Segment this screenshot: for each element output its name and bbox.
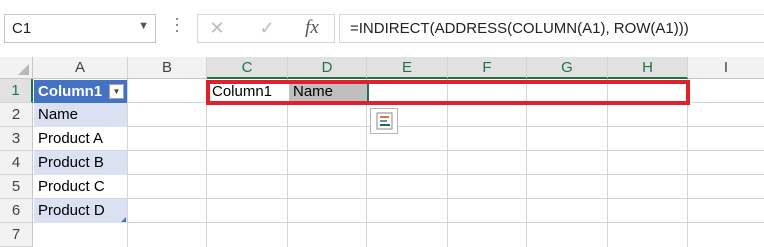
row-header-7[interactable]: 7 xyxy=(0,223,33,247)
table-row[interactable]: Product D xyxy=(34,199,127,223)
chevron-down-icon[interactable]: ▼ xyxy=(138,20,149,32)
row-header-6[interactable]: 6 xyxy=(0,199,33,223)
formula-text[interactable]: =INDIRECT(ADDRESS(COLUMN(A1), ROW(A1))) xyxy=(350,20,689,37)
table-row[interactable]: Product A xyxy=(34,127,127,151)
table-row[interactable]: Product B xyxy=(34,151,127,175)
row-header-1[interactable]: 1 xyxy=(0,79,33,103)
row-header-2[interactable]: 2 xyxy=(0,103,33,127)
table-row[interactable]: Name xyxy=(34,103,127,127)
formula-bar-area: C1 ▼ ✕ ✓ fx =INDIRECT(ADDRESS(COLUMN(A1)… xyxy=(0,0,764,56)
name-box[interactable]: C1 ▼ xyxy=(4,14,156,43)
col-header-e[interactable]: E xyxy=(367,57,448,79)
col-header-a[interactable]: A xyxy=(33,57,128,79)
row-header-5[interactable]: 5 xyxy=(0,175,33,199)
col-header-b[interactable]: B xyxy=(128,57,207,79)
col-header-h[interactable]: H xyxy=(608,57,688,79)
filter-dropdown-icon[interactable]: ▼ xyxy=(109,84,124,99)
table-header-cell[interactable]: Column1 ▼ xyxy=(34,80,127,103)
table-row[interactable]: Product C xyxy=(34,175,127,199)
col-header-f[interactable]: F xyxy=(448,57,527,79)
insert-function-icon[interactable]: fx xyxy=(297,17,327,39)
select-all-button[interactable] xyxy=(0,57,33,79)
grip-dots-icon xyxy=(172,14,182,42)
highlight-rectangle xyxy=(206,80,690,105)
cancel-icon[interactable]: ✕ xyxy=(202,18,232,39)
formula-buttons: ✕ ✓ fx xyxy=(197,14,335,43)
table-cell-text: Product D xyxy=(38,202,105,219)
table-resize-handle[interactable] xyxy=(121,217,126,222)
table-header-label: Column1 xyxy=(38,83,103,100)
col-header-g[interactable]: G xyxy=(527,57,608,79)
row-header-3[interactable]: 3 xyxy=(0,127,33,151)
col-header-i[interactable]: I xyxy=(688,57,764,79)
name-box-value[interactable]: C1 xyxy=(12,20,31,37)
col-header-d[interactable]: D xyxy=(288,57,367,79)
enter-icon[interactable]: ✓ xyxy=(252,18,282,39)
quick-analysis-icon[interactable] xyxy=(370,108,398,134)
formula-input[interactable]: =INDIRECT(ADDRESS(COLUMN(A1), ROW(A1))) xyxy=(339,14,764,43)
col-header-c[interactable]: C xyxy=(207,57,288,79)
row-header-4[interactable]: 4 xyxy=(0,151,33,175)
